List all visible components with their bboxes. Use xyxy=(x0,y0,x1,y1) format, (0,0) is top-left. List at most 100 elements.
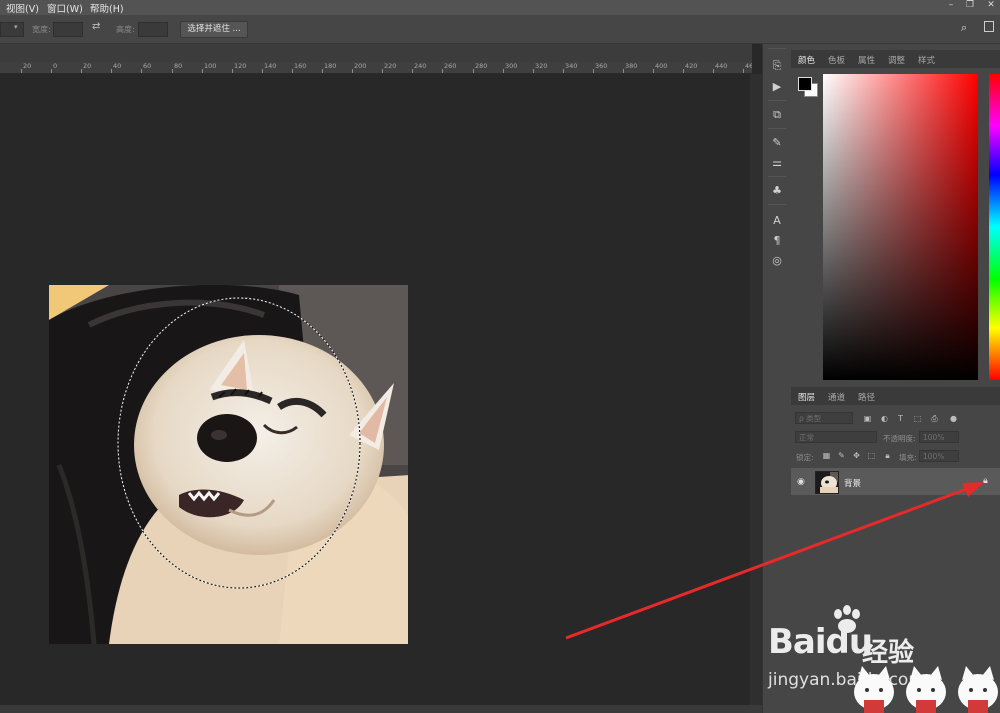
workspace-icon[interactable] xyxy=(984,21,994,32)
horizontal-scrollbar[interactable] xyxy=(0,705,762,713)
style-dropdown[interactable] xyxy=(0,22,24,37)
lock-all-icon[interactable]: 🔒︎ xyxy=(883,451,892,460)
lock-transparent-icon[interactable]: ▦ xyxy=(822,451,831,460)
document-tab-strip xyxy=(0,44,752,62)
tab-paths[interactable]: 路径 xyxy=(858,391,875,403)
width-label: 宽度: xyxy=(32,25,51,34)
select-and-mask-button[interactable]: 选择并遮住 ... xyxy=(180,21,248,38)
close-icon[interactable]: ✕ xyxy=(984,0,998,12)
lock-position-icon[interactable]: ✥ xyxy=(852,451,861,460)
fill-field[interactable]: 100% xyxy=(919,450,959,462)
lock-label: 锁定: xyxy=(796,453,814,462)
restore-icon[interactable]: ❐ xyxy=(963,0,977,12)
divider xyxy=(768,100,786,101)
opacity-field[interactable]: 100% xyxy=(919,431,959,443)
foreground-color-swatch[interactable] xyxy=(798,77,812,91)
smart-object-filter-icon[interactable]: ⎙ xyxy=(930,414,939,423)
ruler-tick xyxy=(563,69,564,73)
ruler-tick-label: 20 xyxy=(83,62,92,70)
history-icon[interactable]: ⎘ xyxy=(770,59,784,73)
tab-layers[interactable]: 图层 xyxy=(798,391,815,403)
ruler-tick-label: 20 xyxy=(23,62,32,70)
ruler-tick-label: 40 xyxy=(113,62,122,70)
color-picker-field[interactable] xyxy=(823,74,978,380)
hue-slider[interactable] xyxy=(989,74,1000,380)
ruler-tick xyxy=(743,69,744,73)
layer-row-background[interactable]: ◉ 背景 🔒︎ xyxy=(791,468,1000,495)
filter-toggle-icon[interactable]: ● xyxy=(949,414,958,423)
layer-thumbnail xyxy=(815,471,839,494)
shape-filter-icon[interactable]: ⬚ xyxy=(913,414,922,423)
menu-window[interactable]: 窗口(W) xyxy=(47,1,83,15)
ruler-tick xyxy=(141,69,142,73)
blend-mode-select[interactable]: 正常 xyxy=(795,431,877,443)
ruler-tick xyxy=(352,69,353,73)
eye-icon[interactable]: ◉ xyxy=(797,477,805,487)
menu-view[interactable]: 视图(V) xyxy=(6,1,39,15)
ruler-tick-label: 320 xyxy=(535,62,548,70)
tab-swatches[interactable]: 色板 xyxy=(828,54,845,66)
tab-channels[interactable]: 通道 xyxy=(828,391,845,403)
brushes-icon[interactable]: ✎ xyxy=(770,136,784,150)
pixel-filter-icon[interactable]: ▣ xyxy=(863,414,872,423)
tab-styles[interactable]: 样式 xyxy=(918,54,935,66)
ruler-tick-label: 220 xyxy=(384,62,397,70)
type-filter-icon[interactable]: T xyxy=(896,414,905,423)
divider xyxy=(768,48,786,49)
menu-help[interactable]: 帮助(H) xyxy=(90,1,124,15)
layer-comps-icon[interactable]: ⧉ xyxy=(770,108,784,122)
search-icon[interactable]: ⌕ xyxy=(961,21,967,35)
menu-bar: 视图(V) 窗口(W) 帮助(H) – ❐ ✕ xyxy=(0,0,1000,15)
tab-color[interactable]: 颜色 xyxy=(798,54,815,66)
layer-filter-kind[interactable]: ρ 类型 xyxy=(795,412,853,424)
elliptical-marquee[interactable] xyxy=(49,285,408,644)
lock-image-icon[interactable]: ✎ xyxy=(837,451,846,460)
ruler-tick-label: 180 xyxy=(324,62,337,70)
canvas-area[interactable] xyxy=(0,74,752,705)
color-panel-tabs: 颜色 色板 属性 调整 样式 xyxy=(791,50,1000,68)
dog-photo xyxy=(49,285,408,644)
ruler-tick-label: 80 xyxy=(174,62,183,70)
ruler-tick-label: 340 xyxy=(565,62,578,70)
tab-properties[interactable]: 属性 xyxy=(858,54,875,66)
ruler-tick xyxy=(412,69,413,73)
cat-mascots xyxy=(854,666,998,713)
ruler-tick xyxy=(473,69,474,73)
ruler-tick-label: 300 xyxy=(505,62,518,70)
ruler-tick xyxy=(322,69,323,73)
height-field[interactable] xyxy=(138,22,168,37)
ruler-tick xyxy=(382,69,383,73)
ruler-tick-label: 360 xyxy=(595,62,608,70)
width-field[interactable] xyxy=(53,22,83,37)
ruler-tick-label: 400 xyxy=(655,62,668,70)
ruler-tick-label: 0 xyxy=(53,62,58,70)
divider xyxy=(768,128,786,129)
ruler-tick xyxy=(262,69,263,73)
ruler-tick-label: 380 xyxy=(625,62,638,70)
lock-icon[interactable]: 🔒︎ xyxy=(983,476,988,486)
glyphs-icon[interactable]: ◎ xyxy=(770,254,784,268)
swap-icon[interactable]: ⇄ xyxy=(92,21,100,32)
ruler-tick xyxy=(623,69,624,73)
ruler-tick-label: 100 xyxy=(204,62,217,70)
adjustment-filter-icon[interactable]: ◐ xyxy=(880,414,889,423)
ruler-tick-label: 280 xyxy=(475,62,488,70)
clone-source-icon[interactable]: ♣ xyxy=(770,184,784,198)
tab-adjustments[interactable]: 调整 xyxy=(888,54,905,66)
play-actions-icon[interactable]: ▶ xyxy=(770,80,784,94)
options-bar: ▾ 宽度: ⇄ 高度: 选择并遮住 ... ⌕ xyxy=(0,15,1000,44)
character-icon[interactable]: A xyxy=(770,214,784,228)
opacity-label: 不透明度: xyxy=(883,434,916,443)
lock-artboard-icon[interactable]: ⬚ xyxy=(867,451,876,460)
paragraph-icon[interactable]: ¶ xyxy=(770,234,784,248)
ruler-tick xyxy=(21,69,22,73)
brush-settings-icon[interactable]: ⚌ xyxy=(770,156,784,170)
ruler-tick xyxy=(533,69,534,73)
minimize-icon[interactable]: – xyxy=(944,0,958,12)
ruler-tick xyxy=(683,69,684,73)
baidu-jingyan-watermark: Baidu 经验 jingyan.baidu.com xyxy=(760,600,1000,713)
layer-name[interactable]: 背景 xyxy=(844,477,861,489)
ruler-tick-label: 240 xyxy=(414,62,427,70)
ruler-tick xyxy=(442,69,443,73)
divider xyxy=(768,176,786,177)
